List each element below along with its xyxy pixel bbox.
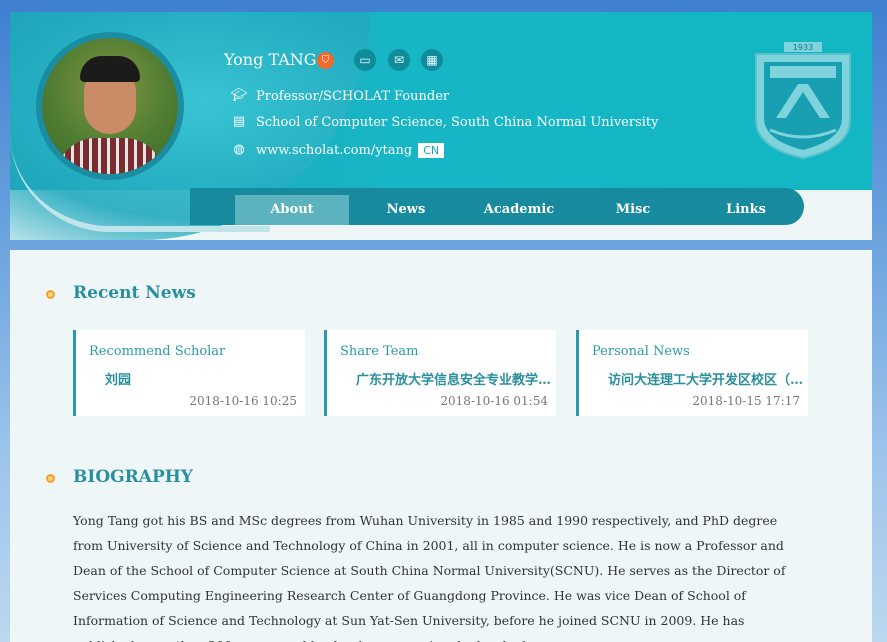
news-title[interactable]: 访问大连理工大学开发区校区（软… — [608, 369, 808, 388]
qrcode-icon[interactable]: ▦ — [421, 49, 443, 71]
title-row: 🎓︎ Professor/SCHOLAT Founder — [230, 88, 449, 104]
biography-heading: BIOGRAPHY — [73, 467, 193, 487]
graduation-cap-icon: 🎓︎ — [230, 88, 248, 103]
news-category: Share Team — [340, 344, 419, 359]
biography-text: Yong Tang got his BS and MSc degrees fro… — [73, 513, 786, 642]
homepage-row: ◍ www.scholat.com/ytang CN — [230, 142, 445, 158]
news-title[interactable]: 刘园 — [105, 369, 305, 388]
scholar-title: Professor/SCHOLAT Founder — [256, 88, 450, 104]
news-card[interactable]: Recommend Scholar 刘园 2018-10-16 10:25 — [73, 330, 305, 416]
logo-year: 1933 — [793, 43, 813, 52]
verified-badge-icon: ⛉ — [317, 52, 334, 69]
scholar-name: Yong TANG — [224, 50, 317, 69]
nav-links[interactable]: Links — [689, 195, 803, 225]
email-icon[interactable]: ✉ — [388, 49, 410, 71]
nav-about[interactable]: About — [235, 195, 349, 225]
avatar[interactable] — [36, 32, 184, 180]
chat-icon[interactable]: ▭ — [354, 49, 376, 71]
affiliation-row: ▤ School of Computer Science, South Chin… — [230, 114, 659, 130]
news-date: 2018-10-15 17:17 — [692, 394, 800, 408]
language-switch[interactable]: CN — [418, 142, 445, 158]
nav-news[interactable]: News — [349, 195, 463, 225]
news-category: Recommend Scholar — [89, 344, 226, 359]
main-content: Recent News Recommend Scholar 刘园 2018-10… — [10, 250, 872, 642]
globe-icon: ◍ — [233, 142, 245, 157]
university-crest-icon: 1933 — [755, 42, 851, 160]
building-icon: ▤ — [232, 114, 246, 129]
news-date: 2018-10-16 10:25 — [189, 394, 297, 408]
recent-news-heading: Recent News — [73, 283, 196, 303]
news-category: Personal News — [592, 344, 690, 359]
avatar-image — [42, 38, 178, 174]
profile-header: Yong TANG ⛉ ▭ ✉ ▦ 🎓︎ Professor/SCHOLAT F… — [10, 12, 872, 240]
main-nav: About News Academic Misc Links — [190, 188, 804, 225]
news-date: 2018-10-16 01:54 — [440, 394, 548, 408]
nav-academic[interactable]: Academic — [462, 195, 576, 225]
news-title[interactable]: 广东开放大学信息安全专业教学团队 — [356, 369, 556, 388]
section-bullet-icon — [46, 290, 55, 299]
homepage-link[interactable]: www.scholat.com/ytang — [256, 143, 412, 158]
news-card[interactable]: Share Team 广东开放大学信息安全专业教学团队 2018-10-16 0… — [324, 330, 556, 416]
news-card[interactable]: Personal News 访问大连理工大学开发区校区（软… 2018-10-1… — [576, 330, 808, 416]
scholar-affiliation: School of Computer Science, South China … — [256, 114, 659, 130]
nav-misc[interactable]: Misc — [576, 195, 690, 225]
section-bullet-icon — [46, 474, 55, 483]
